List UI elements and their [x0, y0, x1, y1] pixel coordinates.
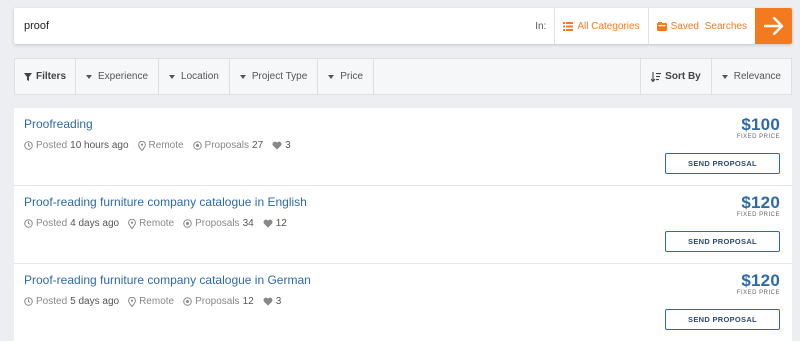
- price-type: FIXED PRICE: [736, 134, 780, 140]
- filters-label: Filters: [36, 71, 67, 82]
- saved-searches-button[interactable]: Saved Searches: [649, 8, 755, 44]
- posted-label: Posted: [36, 140, 68, 151]
- relevance-dropdown[interactable]: Relevance: [712, 59, 791, 94]
- job-title-link[interactable]: Proof-reading furniture company catalogu…: [24, 195, 307, 209]
- likes-meta: 3: [272, 140, 291, 151]
- filter-bar: Filters Experience Location Project Type…: [14, 58, 792, 95]
- search-submit-button[interactable]: [755, 8, 792, 44]
- price-label: Price: [340, 71, 364, 82]
- price-dropdown[interactable]: Price: [318, 59, 375, 94]
- caret-down-icon: [721, 74, 728, 79]
- job-card: Proof-reading furniture company catalogu…: [14, 264, 792, 341]
- caret-down-icon: [328, 74, 335, 79]
- proposals-meta: Proposals 34: [183, 218, 254, 229]
- clock-icon: [24, 219, 33, 228]
- job-card: Proofreading Posted 10 hours ago Remote …: [14, 108, 792, 186]
- likes-meta: 12: [263, 218, 287, 229]
- job-meta: Posted 4 days ago Remote Proposals 34 12: [24, 218, 296, 229]
- in-label: In:: [535, 20, 547, 32]
- caret-down-icon: [239, 74, 246, 79]
- funnel-icon: [24, 72, 32, 81]
- location-dropdown[interactable]: Location: [159, 59, 230, 94]
- clock-icon: [24, 297, 33, 306]
- proposals-count: 34: [242, 218, 254, 229]
- search-bar: In: All Categories Saved Searches: [14, 8, 792, 44]
- proposals-meta: Proposals 27: [192, 140, 264, 151]
- sort-by-label: Sort By: [665, 71, 701, 82]
- experience-label: Experience: [98, 71, 149, 82]
- location-value: Remote: [148, 140, 184, 151]
- likes-count: 3: [275, 296, 282, 307]
- experience-dropdown[interactable]: Experience: [76, 59, 160, 94]
- posted-time: 5 days ago: [70, 296, 120, 307]
- location-meta: Remote: [137, 140, 184, 151]
- all-categories-button[interactable]: All Categories: [555, 8, 647, 44]
- posted-time: 10 hours ago: [70, 140, 129, 151]
- sort-icon: [651, 71, 662, 82]
- filters-button[interactable]: Filters: [15, 59, 77, 94]
- likes-count: 3: [285, 140, 291, 151]
- send-proposal-button[interactable]: SEND PROPOSAL: [665, 231, 780, 252]
- heart-icon: [272, 141, 282, 150]
- likes-count: 12: [275, 218, 287, 229]
- send-proposal-button[interactable]: SEND PROPOSAL: [665, 153, 780, 174]
- heart-icon: [263, 219, 273, 228]
- list-icon: [563, 21, 574, 31]
- saved-searches-label: Saved Searches: [670, 20, 747, 32]
- heart-icon: [263, 297, 273, 306]
- price-type: FIXED PRICE: [736, 290, 780, 296]
- proposals-label: Proposals: [195, 296, 240, 307]
- job-price: $120: [741, 271, 780, 290]
- project-type-dropdown[interactable]: Project Type: [230, 59, 319, 94]
- clock-icon: [24, 141, 33, 150]
- location-value: Remote: [139, 218, 175, 229]
- search-input[interactable]: [14, 8, 536, 44]
- posted-time: 4 days ago: [70, 218, 120, 229]
- location-label: Location: [181, 71, 219, 82]
- project-type-label: Project Type: [251, 71, 308, 82]
- location-meta: Remote: [128, 296, 174, 307]
- folder-icon: [656, 21, 667, 31]
- target-icon: [192, 141, 202, 150]
- map-pin-icon: [137, 140, 146, 151]
- map-pin-icon: [128, 296, 136, 307]
- posted-meta: Posted 4 days ago: [24, 218, 119, 229]
- posted-meta: Posted 5 days ago: [24, 296, 119, 307]
- job-price: $120: [741, 193, 780, 212]
- job-title-link[interactable]: Proofreading: [24, 117, 93, 131]
- filter-spacer: [374, 59, 640, 94]
- proposals-meta: Proposals 12: [183, 296, 254, 307]
- job-price: $100: [741, 115, 780, 134]
- posted-meta: Posted 10 hours ago: [24, 140, 129, 151]
- job-meta: Posted 10 hours ago Remote Proposals 27 …: [24, 140, 300, 151]
- posted-label: Posted: [36, 296, 68, 307]
- caret-down-icon: [169, 74, 176, 79]
- target-icon: [183, 219, 192, 228]
- job-card: Proof-reading furniture company catalogu…: [14, 186, 792, 264]
- map-pin-icon: [128, 218, 136, 229]
- send-proposal-button[interactable]: SEND PROPOSAL: [665, 309, 780, 330]
- proposals-count: 27: [252, 140, 264, 151]
- job-title-link[interactable]: Proof-reading furniture company catalogu…: [24, 273, 311, 287]
- proposals-label: Proposals: [204, 140, 250, 151]
- location-value: Remote: [139, 296, 175, 307]
- sort-by-button[interactable]: Sort By: [640, 59, 712, 94]
- price-type: FIXED PRICE: [736, 212, 780, 218]
- all-categories-label: All Categories: [577, 20, 640, 32]
- job-list: Proofreading Posted 10 hours ago Remote …: [14, 108, 792, 341]
- location-meta: Remote: [128, 218, 174, 229]
- caret-down-icon: [86, 74, 93, 79]
- target-icon: [183, 297, 192, 306]
- arrow-right-icon: [763, 17, 784, 35]
- relevance-label: Relevance: [733, 71, 781, 82]
- proposals-label: Proposals: [195, 218, 240, 229]
- posted-label: Posted: [36, 218, 68, 229]
- job-meta: Posted 5 days ago Remote Proposals 12 3: [24, 296, 290, 307]
- likes-meta: 3: [263, 296, 282, 307]
- proposals-count: 12: [242, 296, 254, 307]
